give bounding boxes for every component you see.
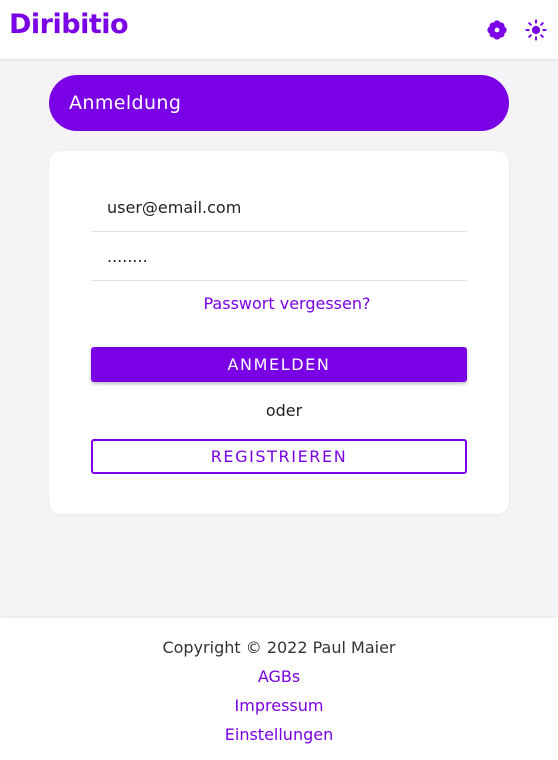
sun-icon-graphic <box>525 19 547 41</box>
copyright-text: Copyright © 2022 Paul Maier <box>162 638 396 657</box>
footer-link-agbs[interactable]: AGBs <box>0 667 558 686</box>
sun-icon[interactable] <box>524 18 548 42</box>
password-field-wrapper <box>91 232 467 281</box>
email-field-wrapper <box>91 183 467 232</box>
brand-logo[interactable]: Diribitio <box>9 9 129 40</box>
footer-link-impressum[interactable]: Impressum <box>0 696 558 715</box>
top-app-bar: Diribitio <box>0 0 558 59</box>
register-button[interactable]: REGISTRIEREN <box>91 439 467 474</box>
settings-flower-icon-graphic <box>487 20 507 40</box>
login-button[interactable]: ANMELDEN <box>91 347 467 382</box>
forgot-password-link[interactable]: Passwort vergessen? <box>49 294 525 313</box>
settings-flower-icon[interactable] <box>485 18 509 42</box>
footer-link-einstellungen[interactable]: Einstellungen <box>0 725 558 744</box>
password-field[interactable] <box>91 232 467 280</box>
email-field[interactable] <box>91 183 467 231</box>
page-title: Anmeldung <box>49 75 509 131</box>
login-card: Passwort vergessen? ANMELDEN oder REGIST… <box>49 151 509 514</box>
footer: Copyright © 2022 Paul Maier AGBs Impress… <box>0 618 558 760</box>
or-separator-text: oder <box>265 401 303 420</box>
